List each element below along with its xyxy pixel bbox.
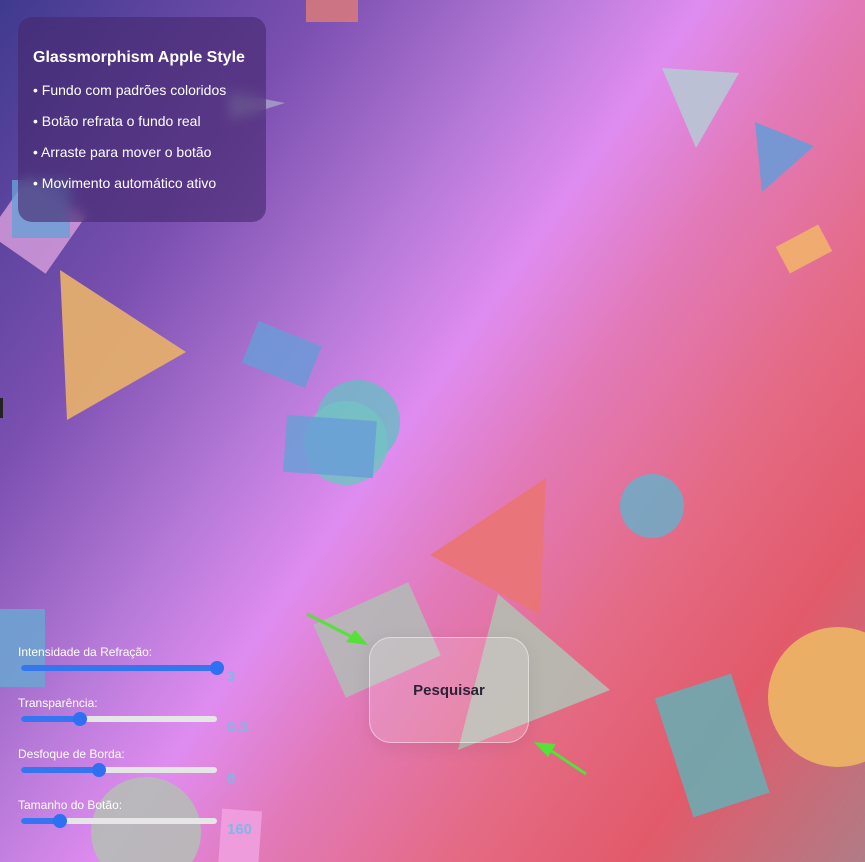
slider-fill (21, 767, 100, 773)
shape-triangle (430, 478, 546, 615)
slider-fill (21, 716, 80, 722)
arrow-head (534, 742, 556, 757)
transparency-slider[interactable] (21, 712, 217, 726)
slider-thumb[interactable] (53, 814, 68, 828)
shape-rect (283, 414, 377, 479)
info-item: Botão refrata o fundo real (33, 112, 251, 131)
shape-rect (775, 224, 833, 274)
control-label: Transparência: (18, 696, 98, 710)
search-glass-button[interactable]: Pesquisar (369, 637, 529, 743)
info-item: Arraste para mover o botão (33, 143, 251, 162)
shape-rect (241, 320, 322, 389)
control-transparency: Transparência: 0.3 (18, 696, 268, 747)
control-label: Tamanho do Botão: (18, 798, 123, 812)
shape-circle (620, 474, 684, 538)
slider-thumb[interactable] (72, 712, 87, 726)
button-size-slider[interactable] (21, 814, 217, 828)
shape-rect (306, 0, 358, 22)
edge-blur-slider[interactable] (21, 763, 217, 777)
shape-triangle (60, 270, 186, 420)
edge-mark (0, 398, 3, 418)
slider-fill (21, 665, 217, 671)
control-label: Intensidade da Refração: (18, 645, 153, 659)
control-refraction: Intensidade da Refração: 3 (18, 645, 268, 696)
info-list: Fundo com padrões coloridos Botão refrat… (33, 81, 251, 193)
control-value: 160 (227, 821, 253, 838)
info-item: Movimento automático ativo (33, 174, 251, 193)
shape-rect (654, 673, 770, 818)
slider-thumb[interactable] (210, 661, 224, 675)
control-value: 3 (227, 668, 236, 685)
refraction-slider[interactable] (21, 661, 224, 675)
controls-panel: Intensidade da Refração: 3 Transparência… (18, 645, 268, 849)
arrow-line (549, 748, 587, 776)
info-title: Glassmorphism Apple Style (33, 49, 245, 66)
control-value: 0.3 (227, 719, 248, 736)
slider-thumb[interactable] (92, 763, 107, 777)
control-edge-blur: Desfoque de Borda: 8 (18, 747, 268, 798)
info-panel: Glassmorphism Apple Style Fundo com padr… (18, 17, 266, 222)
control-button-size: Tamanho do Botão: 160 (18, 798, 268, 849)
info-item: Fundo com padrões coloridos (33, 81, 251, 100)
shape-triangle (755, 122, 814, 192)
control-label: Desfoque de Borda: (18, 747, 125, 761)
shape-circle (768, 627, 865, 767)
shape-triangle (662, 68, 739, 148)
control-value: 8 (227, 770, 236, 787)
